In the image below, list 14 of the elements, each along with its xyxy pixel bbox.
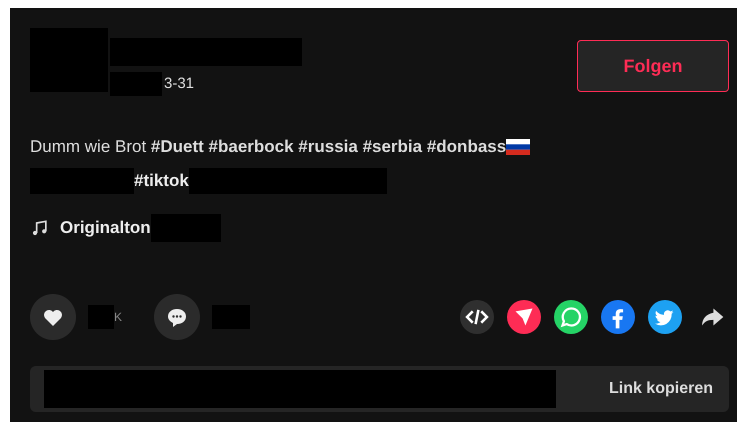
sound-link[interactable]: Originalton <box>60 214 151 240</box>
like-button[interactable] <box>30 294 76 340</box>
copy-link-button[interactable]: Link kopieren <box>608 376 713 400</box>
caption-text: Dumm wie Brot #Duett #baerbock #russia #serbia #donbass <box>30 136 506 158</box>
chat-bubble-icon[interactable] <box>554 300 588 334</box>
code-icon[interactable] <box>460 300 494 334</box>
like-count: K <box>114 308 122 326</box>
f-letter-icon[interactable] <box>601 300 635 334</box>
flag-icon <box>506 138 530 155</box>
bird-icon[interactable] <box>648 300 682 334</box>
hashtag-link[interactable]: #tiktok <box>134 168 189 194</box>
paper-plane-icon[interactable] <box>507 300 541 334</box>
follow-button[interactable]: Folgen <box>577 40 729 92</box>
post-date: 3-31 <box>164 74 194 94</box>
